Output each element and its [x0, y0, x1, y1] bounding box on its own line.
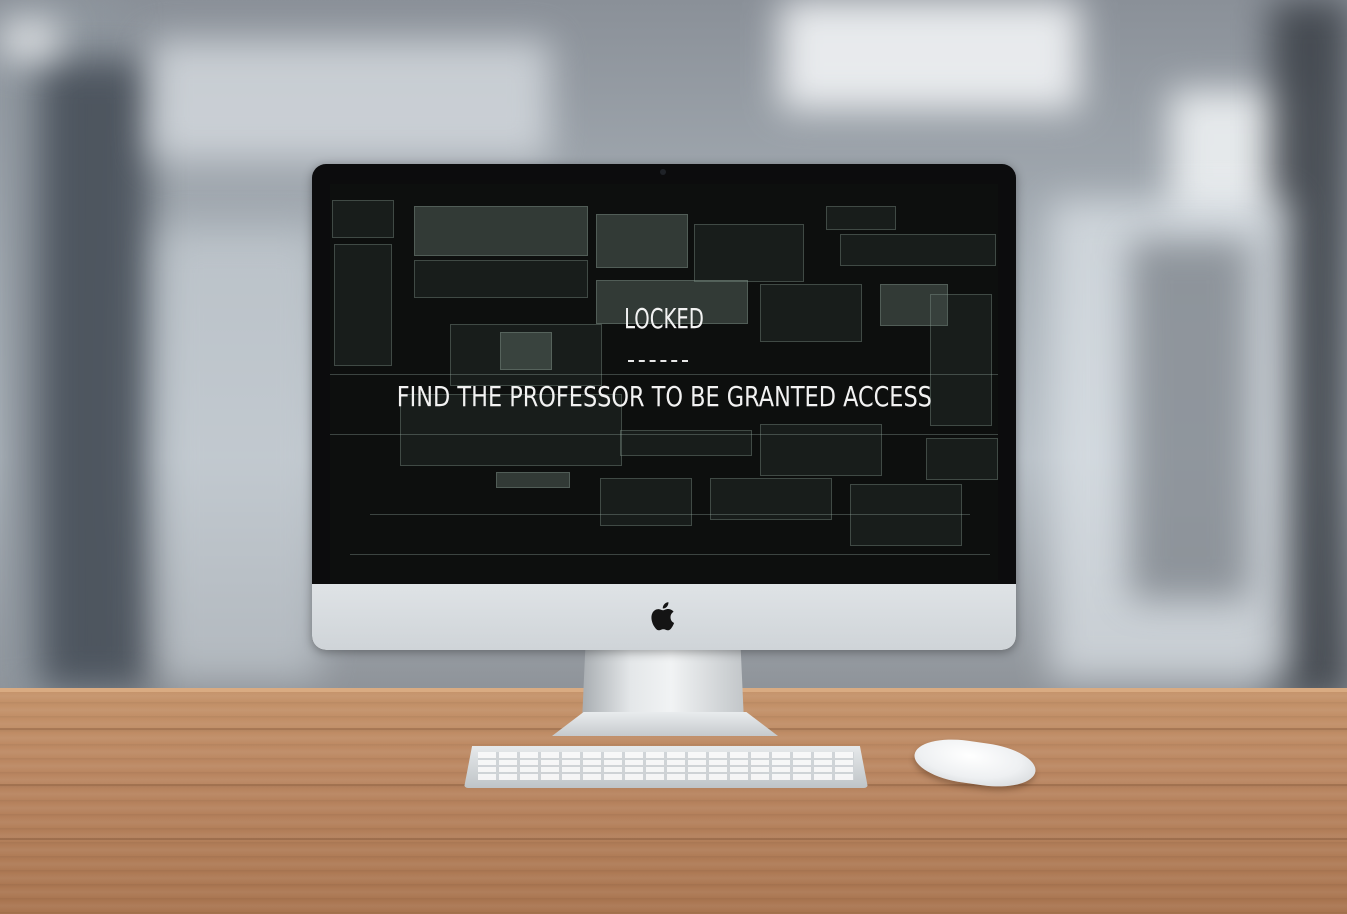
- background-blur: [1130, 240, 1250, 600]
- keyboard: [464, 746, 868, 788]
- hud-panel: [500, 332, 552, 370]
- apple-logo-icon: [651, 602, 675, 631]
- lock-title: LOCKED: [624, 302, 704, 335]
- hud-panel: [496, 472, 570, 488]
- hud-panel: [414, 260, 588, 298]
- hud-map-panel: [596, 214, 688, 268]
- background-blur: [40, 60, 150, 690]
- keyboard-keys: [478, 752, 854, 780]
- lock-separator: [628, 360, 688, 366]
- background-blur: [780, 0, 1080, 110]
- desktop-scene: LOCKED FIND THE PROFESSOR TO BE GRANTED …: [0, 0, 1347, 914]
- hud-panel: [926, 438, 998, 480]
- camera-icon: [660, 169, 666, 175]
- keyboard-row-divider: [478, 765, 854, 767]
- hud-panel: [694, 224, 804, 282]
- hud-line: [330, 434, 998, 435]
- imac-monitor: LOCKED FIND THE PROFESSOR TO BE GRANTED …: [312, 164, 1016, 650]
- desk-plank-line: [0, 838, 1347, 840]
- hud-panel: [850, 484, 962, 546]
- hud-panel: [334, 244, 392, 366]
- monitor-stand-base: [552, 712, 778, 736]
- background-blur: [150, 40, 550, 160]
- background-blur: [0, 20, 60, 60]
- hud-panel: [760, 424, 882, 476]
- monitor-stand: [582, 650, 744, 722]
- lock-message: FIND THE PROFESSOR TO BE GRANTED ACCESS: [396, 380, 932, 413]
- hud-panel: [332, 200, 394, 238]
- keyboard-row-divider: [478, 758, 854, 760]
- hud-panel: [840, 234, 996, 266]
- keyboard-row-divider: [478, 772, 854, 774]
- hud-panel: [600, 478, 692, 526]
- hud-line: [330, 374, 998, 375]
- hud-panel: [826, 206, 896, 230]
- hud-panel: [414, 206, 588, 256]
- background-blur: [160, 230, 320, 680]
- hud-panel: [930, 294, 992, 426]
- lock-screen[interactable]: LOCKED FIND THE PROFESSOR TO BE GRANTED …: [330, 184, 998, 580]
- hud-line: [350, 554, 990, 555]
- hud-line: [370, 514, 970, 515]
